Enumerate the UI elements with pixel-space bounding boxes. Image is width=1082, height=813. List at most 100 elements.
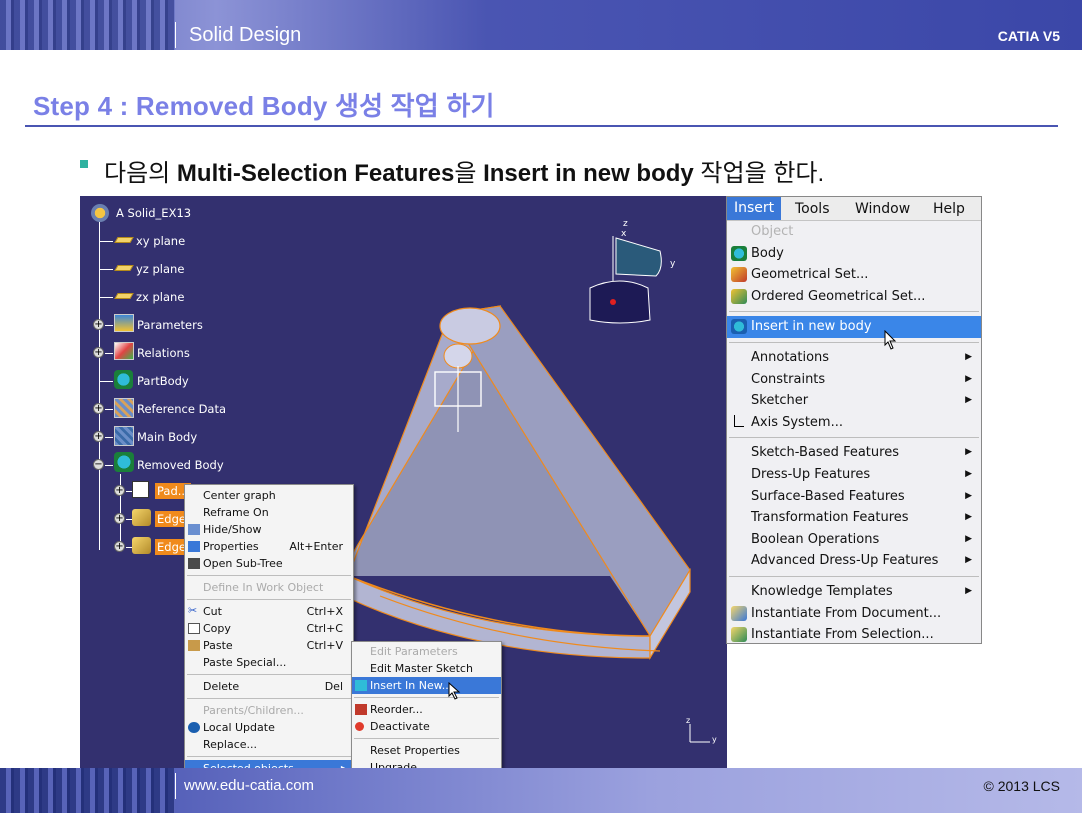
main-body-icon bbox=[114, 426, 134, 446]
menu-copy[interactable]: Copy Ctrl+C bbox=[185, 620, 353, 637]
menu-reframe-on[interactable]: Reframe On bbox=[185, 504, 353, 521]
compass-z-label: z bbox=[623, 219, 628, 229]
menu-properties[interactable]: Properties Alt+Enter bbox=[185, 538, 353, 555]
menu-paste[interactable]: Paste Ctrl+V bbox=[185, 637, 353, 654]
menu-paste-special[interactable]: Paste Special... bbox=[185, 654, 353, 671]
catia-viewport[interactable]: z x y z y A Solid_EX13 xy plane yz plane bbox=[80, 196, 727, 774]
footer-copyright: © 2013 LCS bbox=[983, 778, 1060, 794]
menu-advanced-dress-up-features[interactable]: Advanced Dress-Up Features ▶ bbox=[727, 550, 981, 572]
menu-insert-in-new-body[interactable]: Insert in new body bbox=[727, 316, 981, 338]
expand-icon[interactable]: + bbox=[93, 319, 104, 330]
menu-instantiate-from-selection[interactable]: Instantiate From Selection... bbox=[727, 624, 981, 646]
menu-boolean-operations[interactable]: Boolean Operations ▶ bbox=[727, 529, 981, 551]
copy-icon bbox=[188, 623, 200, 634]
relations-icon bbox=[114, 342, 134, 360]
tree-item-main-body[interactable]: Main Body bbox=[137, 430, 197, 444]
menu-delete[interactable]: Delete Del bbox=[185, 678, 353, 695]
tree-item-parameters[interactable]: Parameters bbox=[137, 318, 203, 332]
submenu-arrow-icon: ▶ bbox=[965, 447, 972, 458]
menu-annotations[interactable]: Annotations ▶ bbox=[727, 347, 981, 369]
axis-triad-icon bbox=[689, 724, 710, 743]
submenu-arrow-icon: ▶ bbox=[965, 490, 972, 501]
footer-divider bbox=[175, 773, 176, 799]
tree-child-edge-2[interactable]: Edge bbox=[155, 539, 188, 555]
instantiate-selection-icon bbox=[731, 627, 747, 643]
tree-item-reference-data[interactable]: Reference Data bbox=[137, 402, 226, 416]
header-image bbox=[0, 0, 175, 50]
menu-body[interactable]: Body bbox=[727, 243, 981, 265]
context-menu: Center graph Reframe On Hide/Show Proper… bbox=[184, 484, 354, 774]
bullet-part2: 을 bbox=[454, 160, 484, 187]
collapse-icon[interactable]: − bbox=[93, 459, 104, 470]
parameters-icon bbox=[114, 314, 134, 332]
menu-surface-based-features[interactable]: Surface-Based Features ▶ bbox=[727, 486, 981, 508]
submenu-deactivate[interactable]: Deactivate bbox=[352, 718, 501, 735]
reorder-icon bbox=[355, 704, 367, 715]
tree-item-xy-plane[interactable]: xy plane bbox=[136, 234, 185, 248]
tree-child-edge-1[interactable]: Edge bbox=[155, 511, 188, 527]
menu-object[interactable]: Object bbox=[727, 221, 981, 243]
menubar-help[interactable]: Help bbox=[933, 201, 965, 217]
tree-root[interactable]: A Solid_EX13 bbox=[116, 206, 191, 220]
expand-icon[interactable]: + bbox=[114, 513, 125, 524]
menu-sketcher[interactable]: Sketcher ▶ bbox=[727, 390, 981, 412]
geometrical-set-icon bbox=[731, 267, 747, 283]
compass-x-label: x bbox=[621, 229, 627, 239]
ordered-set-icon bbox=[731, 288, 747, 304]
bullet-bold1: Multi-Selection Features bbox=[176, 160, 455, 187]
pad-icon bbox=[132, 481, 149, 498]
tree-item-partbody[interactable]: PartBody bbox=[137, 374, 189, 388]
menu-replace[interactable]: Replace... bbox=[185, 736, 353, 753]
menu-open-sub-tree[interactable]: Open Sub-Tree bbox=[185, 555, 353, 572]
menu-parents-children[interactable]: Parents/Children... bbox=[185, 702, 353, 719]
footer-url[interactable]: www.edu-catia.com bbox=[184, 777, 314, 794]
menu-instantiate-from-document[interactable]: Instantiate From Document... bbox=[727, 603, 981, 625]
menu-dress-up-features[interactable]: Dress-Up Features ▶ bbox=[727, 464, 981, 486]
menu-define-in-work-object[interactable]: Define In Work Object bbox=[185, 579, 353, 596]
submenu-insert-in-new[interactable]: Insert In New... bbox=[352, 677, 501, 694]
menu-bar: Insert Tools Window Help bbox=[727, 197, 981, 221]
tree-item-removed-body[interactable]: Removed Body bbox=[137, 458, 224, 472]
tree-item-relations[interactable]: Relations bbox=[137, 346, 190, 360]
body-icon bbox=[731, 245, 747, 261]
menu-center-graph[interactable]: Center graph bbox=[185, 487, 353, 504]
insert-menu-window: Insert Tools Window Help Object Body Geo… bbox=[726, 196, 982, 644]
header-band: Solid Design CATIA V5 bbox=[0, 0, 1082, 50]
submenu-reorder[interactable]: Reorder... bbox=[352, 701, 501, 718]
footer-band: www.edu-catia.com © 2013 LCS bbox=[0, 768, 1082, 813]
removed-body-gear-icon bbox=[114, 452, 134, 472]
expand-icon[interactable]: + bbox=[93, 347, 104, 358]
submenu-edit-master-sketch[interactable]: Edit Master Sketch bbox=[352, 660, 501, 677]
menu-constraints[interactable]: Constraints ▶ bbox=[727, 369, 981, 391]
menu-hide-show[interactable]: Hide/Show bbox=[185, 521, 353, 538]
axis-system-icon bbox=[734, 414, 744, 427]
mouse-cursor-icon bbox=[448, 682, 461, 700]
expand-icon[interactable]: + bbox=[114, 541, 125, 552]
submenu-arrow-icon: ▶ bbox=[965, 585, 972, 596]
submenu-edit-parameters[interactable]: Edit Parameters bbox=[352, 643, 501, 660]
menu-knowledge-templates[interactable]: Knowledge Templates ▶ bbox=[727, 581, 981, 603]
expand-icon[interactable]: + bbox=[93, 403, 104, 414]
header-title: Solid Design bbox=[189, 24, 302, 46]
menu-axis-system[interactable]: Axis System... bbox=[727, 412, 981, 434]
menubar-tools[interactable]: Tools bbox=[795, 201, 830, 217]
submenu-reset-properties[interactable]: Reset Properties bbox=[352, 742, 501, 759]
paste-icon bbox=[188, 640, 200, 651]
expand-icon[interactable]: + bbox=[114, 485, 125, 496]
properties-icon bbox=[188, 541, 200, 552]
tree-item-zx-plane[interactable]: zx plane bbox=[136, 290, 184, 304]
edge-fillet-icon bbox=[132, 537, 151, 554]
submenu-arrow-icon: ▶ bbox=[965, 351, 972, 362]
menu-local-update[interactable]: Local Update bbox=[185, 719, 353, 736]
tree-item-yz-plane[interactable]: yz plane bbox=[136, 262, 184, 276]
menu-ordered-geometrical-set[interactable]: Ordered Geometrical Set... bbox=[727, 286, 981, 308]
menu-transformation-features[interactable]: Transformation Features ▶ bbox=[727, 507, 981, 529]
compass-y-label: y bbox=[670, 259, 676, 269]
bullet-square-icon bbox=[80, 160, 88, 168]
menu-sketch-based-features[interactable]: Sketch-Based Features ▶ bbox=[727, 442, 981, 464]
menubar-insert[interactable]: Insert bbox=[727, 197, 782, 220]
expand-icon[interactable]: + bbox=[93, 431, 104, 442]
menubar-window[interactable]: Window bbox=[855, 201, 910, 217]
menu-cut[interactable]: ✂ Cut Ctrl+X bbox=[185, 603, 353, 620]
menu-geometrical-set[interactable]: Geometrical Set... bbox=[727, 264, 981, 286]
